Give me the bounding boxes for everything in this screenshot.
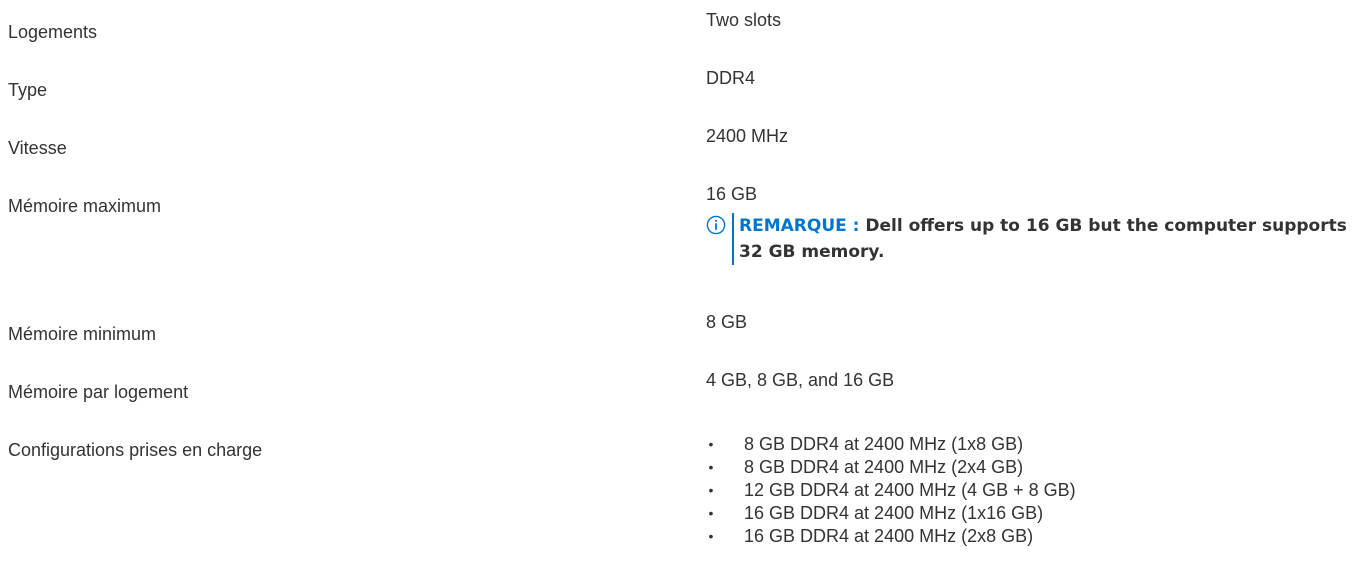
note-callout: REMARQUE : Dell offers up to 16 GB but t… (706, 213, 1360, 265)
spec-row-speed: Vitesse 2400 MHz (8, 116, 1360, 174)
spec-row-configurations: Configurations prises en charge • 8 GB D… (8, 418, 1360, 579)
info-icon (706, 215, 726, 235)
spec-label-max-memory: Mémoire maximum (8, 196, 162, 216)
spec-label-type: Type (8, 80, 48, 100)
list-item: • 8 GB DDR4 at 2400 MHz (2x4 GB) (706, 456, 1360, 479)
list-item: • 12 GB DDR4 at 2400 MHz (4 GB + 8 GB) (706, 479, 1360, 502)
spec-value-min-memory: 8 GB (706, 312, 748, 332)
spec-value-slots: Two slots (706, 10, 782, 30)
configuration-list: • 8 GB DDR4 at 2400 MHz (1x8 GB) • 8 GB … (706, 433, 1360, 548)
list-item: • 16 GB DDR4 at 2400 MHz (2x8 GB) (706, 525, 1360, 548)
configuration-item: 8 GB DDR4 at 2400 MHz (1x8 GB) (744, 434, 1024, 454)
note-accent-bar (732, 213, 734, 265)
bullet-icon: • (708, 436, 714, 452)
note-body: REMARQUE : Dell offers up to 16 GB but t… (739, 213, 1360, 265)
spec-label-speed: Vitesse (8, 138, 67, 158)
note-icon-wrap (706, 213, 728, 265)
spec-value-type: DDR4 (706, 68, 756, 88)
configuration-item: 16 GB DDR4 at 2400 MHz (1x16 GB) (744, 503, 1044, 523)
spec-row-slots: Logements Two slots (8, 0, 1360, 58)
bullet-icon: • (708, 528, 714, 544)
spec-row-max-memory: Mémoire maximum 16 GB REMARQUE : Dell of… (8, 174, 1360, 302)
spec-row-type: Type DDR4 (8, 58, 1360, 116)
memory-spec-table: Logements Two slots Type DDR4 Vitesse 24… (8, 0, 1360, 579)
configuration-item: 12 GB DDR4 at 2400 MHz (4 GB + 8 GB) (744, 480, 1076, 500)
list-item: • 8 GB DDR4 at 2400 MHz (1x8 GB) (706, 433, 1360, 456)
bullet-icon: • (708, 505, 714, 521)
spec-value-max-memory-cell: 16 GB REMARQUE : Dell offers up to 16 GB… (706, 174, 1360, 265)
spec-row-per-slot: Mémoire par logement 4 GB, 8 GB, and 16 … (8, 360, 1360, 418)
spec-label-min-memory: Mémoire minimum (8, 324, 157, 344)
configuration-item: 8 GB DDR4 at 2400 MHz (2x4 GB) (744, 457, 1024, 477)
spec-row-min-memory: Mémoire minimum 8 GB (8, 302, 1360, 360)
bullet-icon: • (708, 482, 714, 498)
bullet-icon: • (708, 459, 714, 475)
list-item: • 16 GB DDR4 at 2400 MHz (1x16 GB) (706, 502, 1360, 525)
spec-value-configurations: • 8 GB DDR4 at 2400 MHz (1x8 GB) • 8 GB … (706, 418, 1360, 548)
spec-label-configurations: Configurations prises en charge (8, 440, 263, 460)
spec-value-speed: 2400 MHz (706, 126, 789, 146)
spec-label-per-slot: Mémoire par logement (8, 382, 189, 402)
configuration-item: 16 GB DDR4 at 2400 MHz (2x8 GB) (744, 526, 1034, 546)
spec-label-slots: Logements (8, 22, 98, 42)
spec-value-max-memory: 16 GB (706, 184, 758, 204)
spec-value-per-slot: 4 GB, 8 GB, and 16 GB (706, 370, 895, 390)
note-label: REMARQUE : (739, 216, 860, 236)
